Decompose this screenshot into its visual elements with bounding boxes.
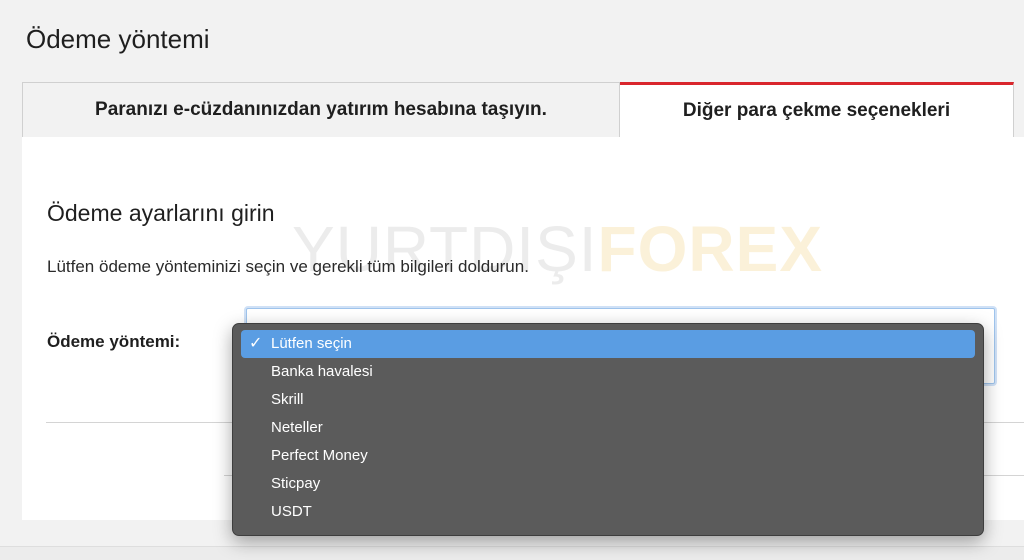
option-banka-havalesi[interactable]: Banka havalesi	[241, 358, 975, 386]
option-sticpay[interactable]: Sticpay	[241, 470, 975, 498]
option-label: Banka havalesi	[271, 363, 373, 380]
option-label: Neteller	[271, 419, 323, 436]
option-perfect-money[interactable]: Perfect Money	[241, 442, 975, 470]
option-label: USDT	[271, 503, 312, 520]
checkmark-icon: ✓	[249, 335, 263, 352]
bottom-bar	[0, 546, 1024, 560]
page-title: Ödeme yöntemi	[26, 24, 210, 54]
option-label: Perfect Money	[271, 447, 368, 464]
option-label: Lütfen seçin	[271, 335, 352, 352]
tab-bar: Paranızı e-cüzdanınızdan yatırım hesabın…	[22, 82, 1014, 137]
option-neteller[interactable]: Neteller	[241, 414, 975, 442]
instructions-text: Lütfen ödeme yönteminizi seçin ve gerekl…	[47, 257, 529, 276]
section-title: Ödeme ayarlarını girin	[47, 200, 275, 226]
tab-other-withdrawal-options[interactable]: Diğer para çekme seçenekleri	[620, 82, 1014, 137]
option-label: Sticpay	[271, 475, 321, 492]
option-skrill[interactable]: Skrill	[241, 386, 975, 414]
option-label: Skrill	[271, 391, 304, 408]
option-lutfen-secin[interactable]: ✓ Lütfen seçin	[241, 330, 975, 358]
option-usdt[interactable]: USDT	[241, 498, 975, 526]
payment-method-label: Ödeme yöntemi:	[47, 332, 181, 351]
tab-ewallet-transfer[interactable]: Paranızı e-cüzdanınızdan yatırım hesabın…	[22, 82, 620, 137]
payment-method-dropdown[interactable]: ✓ Lütfen seçin Banka havalesi Skrill Net…	[232, 323, 984, 536]
